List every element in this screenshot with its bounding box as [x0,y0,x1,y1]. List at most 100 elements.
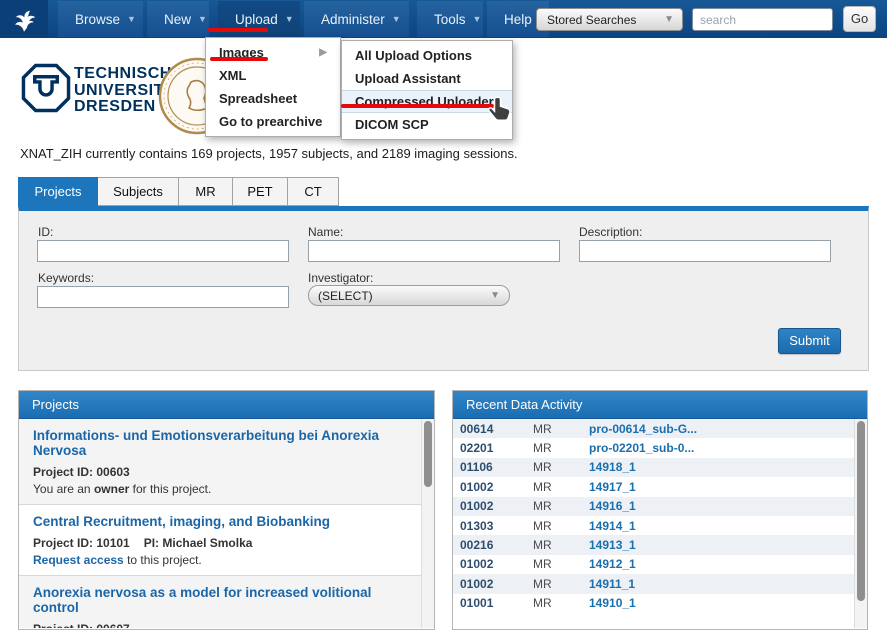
activity-session-link[interactable]: 14911_1 [589,577,635,591]
project-title-link[interactable]: Central Recruitment, imaging, and Bioban… [33,514,407,529]
go-button[interactable]: Go [843,6,876,32]
activity-row: 01002 MR 14912_1 [453,555,854,574]
name-field[interactable] [308,240,560,262]
name-label: Name: [308,225,343,239]
activity-modality: MR [533,519,589,533]
scrollbar-thumb[interactable] [424,421,432,487]
chevron-down-icon: ▼ [127,14,136,24]
activity-session-link[interactable]: 14910_1 [589,596,636,610]
project-id-line: Project ID: 00607 [33,622,407,628]
nav-help-label: Help [504,12,532,27]
xnat-logo[interactable] [0,0,48,38]
keywords-field[interactable] [37,286,289,308]
annotation-underline-upload [208,28,268,32]
activity-session-link[interactable]: 14916_1 [589,499,636,513]
activity-session-link[interactable]: 14917_1 [589,480,636,494]
activity-scrollbar[interactable] [854,419,867,628]
activity-row: 01303 MR 14914_1 [453,516,854,535]
chevron-right-icon: ▶ [319,41,327,64]
activity-row: 01001 MR 14910_1 [453,594,854,613]
activity-session-link[interactable]: 14918_1 [589,460,636,474]
activity-project-link[interactable]: 01002 [453,480,533,494]
nav-browse[interactable]: Browse ▼ [58,1,143,37]
activity-panel-title: Recent Data Activity [453,391,867,419]
activity-session-link[interactable]: pro-02201_sub-0... [589,441,694,455]
annotation-underline-images [210,57,268,61]
activity-project-link[interactable]: 01001 [453,596,533,610]
nav-browse-label: Browse [75,12,120,27]
submenu-all-upload-label: All Upload Options [355,44,472,67]
access-text: You are an [33,482,94,496]
projects-scrollbar[interactable] [421,419,434,628]
activity-row: 01002 MR 14916_1 [453,497,854,516]
access-role: owner [94,482,129,496]
activity-project-link[interactable]: 01002 [453,557,533,571]
tab-projects[interactable]: Projects [18,177,98,206]
activity-row: 01002 MR 14917_1 [453,477,854,496]
tab-ct[interactable]: CT [288,177,339,206]
activity-project-link[interactable]: 01106 [453,460,533,474]
submenu-item-upload-assistant[interactable]: Upload Assistant [342,67,512,90]
activity-project-link[interactable]: 00216 [453,538,533,552]
activity-row: 02201 MR pro-02201_sub-0... [453,438,854,457]
activity-modality: MR [533,538,589,552]
search-input[interactable] [692,8,833,31]
activity-row: 01002 MR 14911_1 [453,574,854,593]
nav-administer-label: Administer [321,12,385,27]
project-list-item: Anorexia nervosa as a model for increase… [19,576,421,628]
activity-modality: MR [533,480,589,494]
access-text: for this project. [129,482,211,496]
activity-modality: MR [533,422,589,436]
description-field[interactable] [579,240,831,262]
activity-session-link[interactable]: pro-00614_sub-G... [589,422,697,436]
activity-project-link[interactable]: 02201 [453,441,533,455]
annotation-underline-compressed-uploader [341,104,494,108]
nav-upload-label: Upload [235,12,278,27]
request-access-link[interactable]: Request access [33,553,124,567]
project-list-item: Informations- und Emotionsverarbeitung b… [19,419,421,505]
tab-pet[interactable]: PET [233,177,288,206]
chevron-down-icon: ▼ [198,14,207,24]
activity-session-link[interactable]: 14913_1 [589,538,636,552]
activity-session-link[interactable]: 14912_1 [589,557,636,571]
project-id: Project ID: 10101 [33,536,130,550]
project-title-link[interactable]: Anorexia nervosa as a model for increase… [33,585,407,615]
nav-administer[interactable]: Administer ▼ [304,1,409,37]
nav-new[interactable]: New ▼ [147,1,209,37]
project-search-panel: ID: Name: Description: Keywords: Investi… [18,206,869,371]
access-text: to this project. [124,553,202,567]
chevron-down-icon: ▼ [664,14,674,25]
nav-tools[interactable]: Tools ▼ [417,1,483,37]
id-field[interactable] [37,240,289,262]
activity-project-link[interactable]: 00614 [453,422,533,436]
stored-searches-select[interactable]: Stored Searches ▼ [536,8,683,31]
keywords-label: Keywords: [38,271,94,285]
tab-mr[interactable]: MR [179,177,233,206]
nav-tools-label: Tools [434,12,466,27]
activity-project-link[interactable]: 01303 [453,519,533,533]
investigator-label: Investigator: [308,271,373,285]
upload-dropdown-menu: Images ▶ XML Spreadsheet Go to prearchiv… [205,37,341,137]
activity-modality: MR [533,460,589,474]
chevron-down-icon: ▼ [285,14,294,24]
scrollbar-thumb[interactable] [857,421,865,601]
activity-modality: MR [533,577,589,591]
site-summary-text: XNAT_ZIH currently contains 169 projects… [20,146,518,161]
submit-button[interactable]: Submit [778,328,841,354]
activity-row: 00614 MR pro-00614_sub-G... [453,419,854,438]
nav-new-label: New [164,12,191,27]
investigator-select[interactable]: (SELECT) ▼ [308,285,510,306]
activity-session-link[interactable]: 14914_1 [589,519,636,533]
menu-item-go-to-prearchive[interactable]: Go to prearchive [206,110,340,133]
menu-item-xml[interactable]: XML [206,64,340,87]
project-list-item: Central Recruitment, imaging, and Bioban… [19,505,421,576]
activity-row: 01106 MR 14918_1 [453,458,854,477]
project-pi: PI: Michael Smolka [144,536,253,550]
submenu-item-all-upload-options[interactable]: All Upload Options [342,44,512,67]
activity-project-link[interactable]: 01002 [453,499,533,513]
project-title-link[interactable]: Informations- und Emotionsverarbeitung b… [33,428,407,458]
cursor-hand-icon [486,96,513,125]
tab-subjects[interactable]: Subjects [98,177,179,206]
menu-item-spreadsheet[interactable]: Spreadsheet [206,87,340,110]
activity-project-link[interactable]: 01002 [453,577,533,591]
